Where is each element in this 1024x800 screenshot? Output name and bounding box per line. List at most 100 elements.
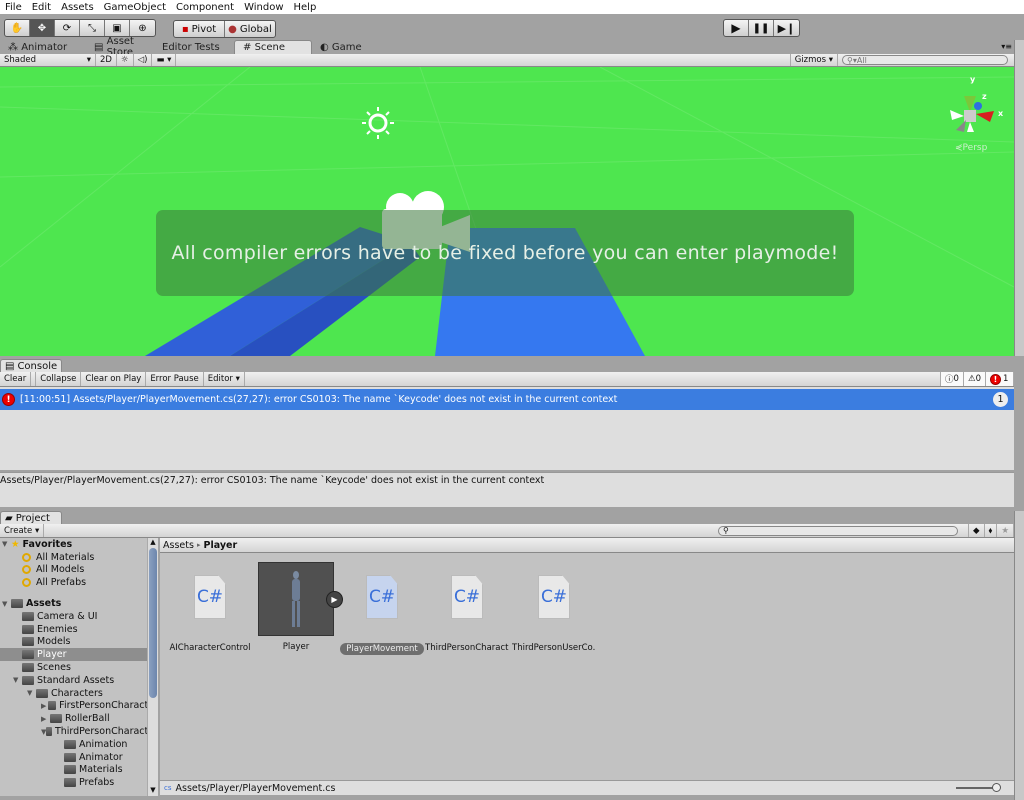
pivot-button[interactable]: ▪ Pivot	[174, 21, 225, 37]
scene-view[interactable]: y z x ⋞Persp All compiler errors have to…	[0, 67, 1014, 356]
transform-tool-icon[interactable]: ⊕	[130, 20, 155, 36]
filter-by-type-icon[interactable]: ◆	[968, 524, 985, 537]
move-tool-icon[interactable]: ✥	[30, 20, 55, 36]
error-filter-toggle[interactable]: ! 1	[986, 372, 1014, 386]
icon-size-slider[interactable]	[956, 783, 1001, 792]
tree-item[interactable]: All Materials	[0, 551, 158, 564]
tab-animator[interactable]: ⁂ Animator	[0, 40, 86, 54]
audio-toggle-icon[interactable]: ◁)	[134, 54, 153, 66]
tree-item[interactable]: Prefabs	[0, 776, 158, 789]
folder-icon	[22, 637, 34, 647]
asset-grid: C# AICharacterControl Player ▶ C# PlayerMo…	[160, 553, 1014, 780]
menu-file[interactable]: File	[0, 2, 27, 13]
effects-dropdown-icon[interactable]: ▬ ▾	[152, 54, 177, 66]
warning-filter-toggle[interactable]: ⚠ 0	[963, 372, 986, 386]
search-icon: ⚲▾	[847, 55, 857, 65]
asset-aicharactercontrol[interactable]: C# AICharacterControl	[168, 563, 252, 653]
tree-scrollbar[interactable]: ▲ ▼	[147, 538, 158, 796]
folder-icon	[22, 675, 34, 685]
tree-item[interactable]: Scenes	[0, 661, 158, 674]
scene-search-input[interactable]: ⚲▾ All	[842, 55, 1008, 65]
slider-thumb[interactable]	[992, 783, 1001, 792]
tree-item[interactable]: ▼ Characters	[0, 687, 158, 700]
tree-item[interactable]: Enemies	[0, 623, 158, 636]
expanded-arrow-icon[interactable]: ▼	[2, 600, 11, 608]
collapse-button[interactable]: Collapse	[35, 372, 82, 386]
info-filter-toggle[interactable]: ⓘ 0	[940, 372, 964, 386]
create-dropdown[interactable]: Create ▾	[0, 524, 45, 537]
hand-tool-icon[interactable]: ✋	[5, 20, 30, 36]
project-search-input[interactable]: ⚲	[718, 525, 958, 536]
tree-item[interactable]: ▼ ThirdPersonCharacter	[0, 725, 158, 738]
menu-component[interactable]: Component	[171, 2, 239, 13]
asset-thirdpersoncharacter[interactable]: C# ThirdPersonCharact...	[425, 563, 509, 653]
tree-item-label: All Materials	[36, 551, 95, 563]
csharp-script-icon: C#	[194, 575, 226, 619]
expanded-arrow-icon[interactable]: ▼	[27, 689, 36, 697]
tab-asset-store[interactable]: ▤ Asset Store	[86, 36, 154, 58]
tab-console[interactable]: ▤ Console	[0, 359, 62, 372]
expanded-arrow-icon[interactable]: ▼	[13, 676, 22, 684]
expanded-arrow-icon[interactable]: ▼	[2, 540, 11, 548]
scroll-down-icon[interactable]: ▼	[148, 786, 158, 794]
2d-toggle[interactable]: 2D	[96, 54, 117, 66]
tab-scene[interactable]: # Scene	[234, 40, 312, 54]
clear-button[interactable]: Clear	[0, 372, 32, 386]
csharp-script-icon: C#	[451, 575, 483, 619]
menu-assets[interactable]: Assets	[56, 2, 99, 13]
tree-item[interactable]: Models	[0, 636, 158, 649]
tab-game[interactable]: ◐ Game	[312, 40, 370, 54]
filter-by-label-icon[interactable]: ⬧	[985, 524, 998, 537]
menu-gameobject[interactable]: GameObject	[99, 2, 171, 13]
play-button[interactable]: ▶	[724, 20, 749, 36]
tree-item[interactable]: ▼ Assets	[0, 597, 158, 610]
tree-item[interactable]: Materials	[0, 764, 158, 777]
game-icon: ◐	[320, 41, 332, 53]
menu-window[interactable]: Window	[239, 2, 288, 13]
tree-item[interactable]: ▼ Standard Assets	[0, 674, 158, 687]
tree-item[interactable]: ▼ ★ Favorites	[0, 538, 158, 551]
console-entry[interactable]: ! [11:00:51] Assets/Player/PlayerMovemen…	[0, 389, 1014, 410]
scrollbar-thumb[interactable]	[149, 548, 157, 698]
shading-dropdown[interactable]: Shaded ▾	[0, 54, 96, 66]
favorite-star-icon[interactable]: ★	[997, 524, 1014, 537]
tree-item[interactable]: All Models	[0, 564, 158, 577]
menu-edit[interactable]: Edit	[27, 2, 56, 13]
asset-thirdpersonusercontrol[interactable]: C# ThirdPersonUserCo...	[512, 563, 596, 653]
tree-item[interactable]: Player	[0, 648, 158, 662]
tree-item[interactable]: ▶ FirstPersonCharacter	[0, 700, 158, 713]
saved-search-icon	[22, 552, 31, 562]
tree-item[interactable]: ▶ RollerBall	[0, 712, 158, 725]
tree-item-label: Assets	[26, 598, 62, 610]
collapsed-arrow-icon[interactable]: ▶	[41, 702, 48, 710]
lighting-toggle-icon[interactable]: ☼	[117, 54, 134, 66]
tree-item[interactable]: Animation	[0, 738, 158, 751]
tab-project[interactable]: ▰ Project	[0, 511, 62, 524]
projection-toggle[interactable]: ⋞Persp	[955, 143, 987, 153]
scroll-up-icon[interactable]: ▲	[148, 538, 158, 546]
pivot-label: Pivot	[191, 23, 217, 35]
error-pause-button[interactable]: Error Pause	[146, 372, 204, 386]
rect-tool-icon[interactable]: ▣	[105, 20, 130, 36]
menu-help[interactable]: Help	[289, 2, 322, 13]
tab-editor-tests[interactable]: Editor Tests	[154, 40, 234, 54]
collapse-count-badge: 1	[993, 392, 1008, 407]
collapsed-arrow-icon[interactable]: ▶	[41, 715, 50, 723]
tree-item[interactable]: Camera & UI	[0, 610, 158, 623]
breadcrumb-player[interactable]: Player	[204, 540, 238, 551]
panel-menu-icon[interactable]: ▾≡	[1001, 42, 1012, 51]
tree-item[interactable]: Animator	[0, 751, 158, 764]
asset-label-selected: PlayerMovement	[340, 643, 424, 655]
scale-tool-icon[interactable]: ⤡	[80, 20, 105, 36]
editor-dropdown[interactable]: Editor ▾	[204, 372, 245, 386]
tree-item[interactable]: All Prefabs	[0, 576, 158, 589]
clear-on-play-button[interactable]: Clear on Play	[81, 372, 147, 386]
breadcrumb-assets[interactable]: Assets	[163, 540, 194, 551]
asset-playermovement[interactable]: C# PlayerMovement	[340, 563, 424, 655]
step-button[interactable]: ▶❙	[774, 20, 799, 36]
pause-button[interactable]: ❚❚	[749, 20, 774, 36]
asset-player[interactable]: Player ▶	[254, 562, 343, 652]
rotate-tool-icon[interactable]: ⟳	[55, 20, 80, 36]
global-button[interactable]: ● Global	[225, 21, 275, 37]
gizmos-dropdown[interactable]: Gizmos ▾	[789, 54, 838, 66]
